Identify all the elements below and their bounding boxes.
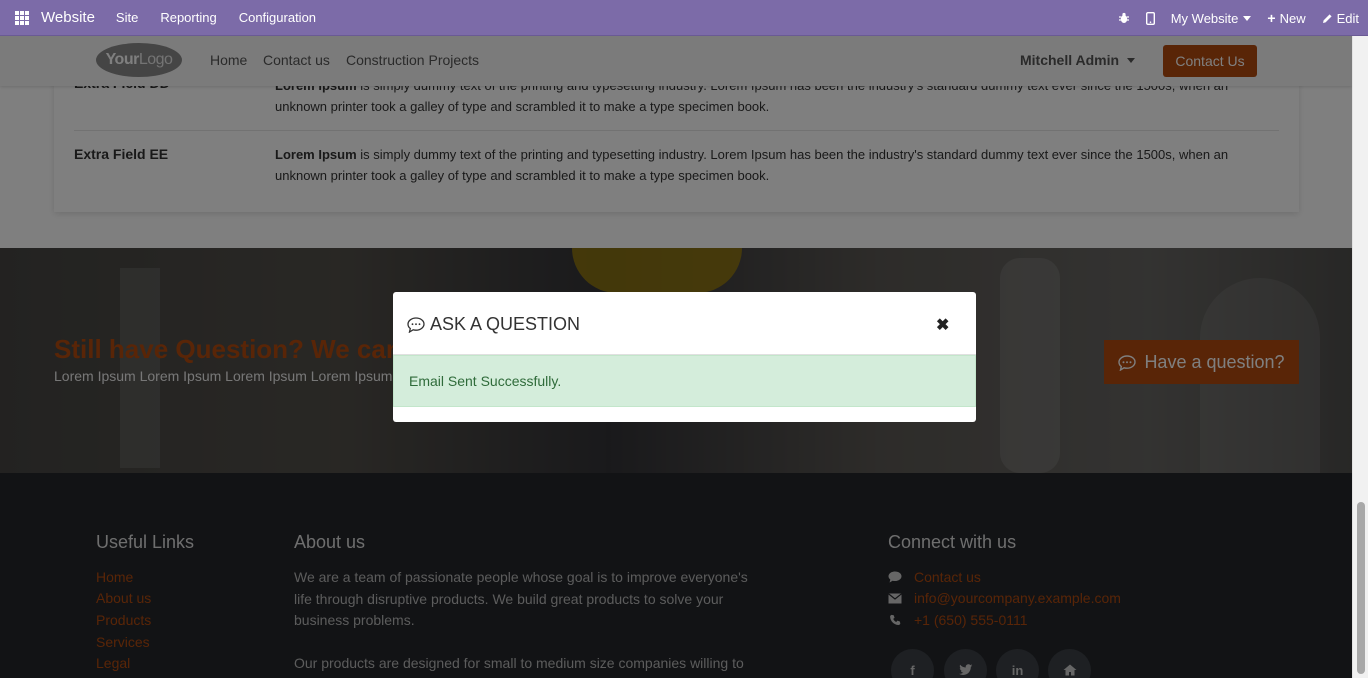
edit-button[interactable]: Edit [1322, 11, 1359, 26]
comment-icon [407, 316, 425, 333]
new-button[interactable]: + New [1267, 10, 1305, 26]
modal-header: ASK A QUESTION ✖ [393, 292, 976, 355]
edit-label: Edit [1336, 10, 1359, 26]
odoo-topbar: Website Site Reporting Configuration My … [0, 0, 1368, 36]
menu-site[interactable]: Site [116, 10, 138, 25]
scrollbar-thumb[interactable] [1357, 502, 1365, 674]
new-label: New [1279, 10, 1306, 26]
chevron-down-icon [1243, 15, 1252, 21]
close-icon[interactable]: ✖ [936, 315, 949, 335]
debug-bug-icon[interactable] [1118, 12, 1130, 24]
page-scrollbar[interactable] [1352, 36, 1368, 678]
mobile-preview-icon[interactable] [1145, 11, 1155, 25]
menu-reporting[interactable]: Reporting [160, 10, 216, 25]
plus-icon: + [1267, 10, 1276, 26]
website-switcher-label: My Website [1170, 10, 1239, 26]
apps-menu-icon[interactable] [15, 10, 29, 25]
website-switcher[interactable]: My Website [1171, 11, 1252, 26]
success-alert: Email Sent Successfully. [393, 355, 976, 407]
menu-configuration[interactable]: Configuration [239, 10, 316, 25]
app-brand[interactable]: Website [41, 9, 95, 26]
modal-title: ASK A QUESTION [407, 314, 580, 335]
ask-question-modal: ASK A QUESTION ✖ Email Sent Successfully… [393, 292, 976, 422]
topbar-right: My Website + New Edit [1102, 0, 1359, 36]
modal-title-text: ASK A QUESTION [430, 314, 581, 334]
pencil-icon [1322, 13, 1332, 23]
